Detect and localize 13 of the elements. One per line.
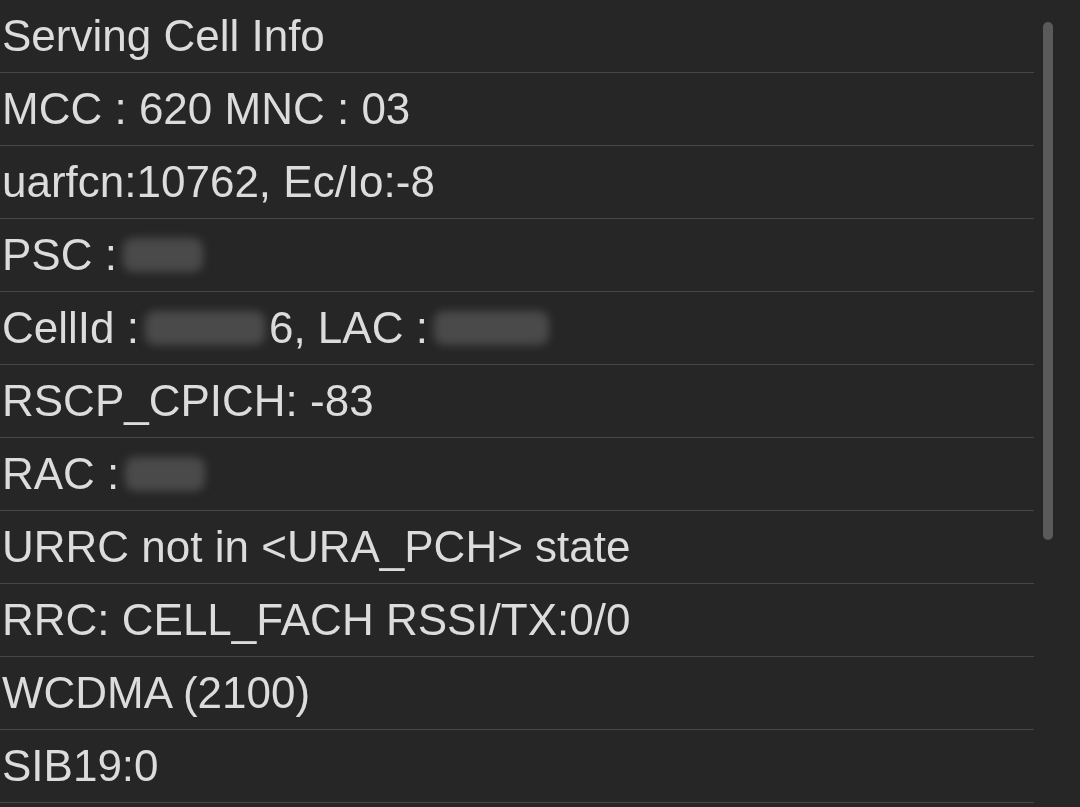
info-text: WCDMA (2100) <box>2 668 311 718</box>
info-text: Serving Cell Info <box>2 11 325 61</box>
scrollbar[interactable] <box>1043 22 1053 540</box>
info-text: uarfcn:10762, Ec/Io:-8 <box>2 157 435 207</box>
info-text: URRC not in <URA_PCH> state <box>2 522 631 572</box>
info-text: RSCP_CPICH: -83 <box>2 376 374 426</box>
info-text: SIB19:0 <box>2 741 159 791</box>
info-text: PSC : <box>2 230 117 280</box>
info-text: RRC: CELL_FACH RSSI/TX:0/0 <box>2 595 631 645</box>
info-text: RAC : <box>2 449 120 499</box>
info-text: 6, LAC : <box>268 303 428 353</box>
info-text: MCC : 620 MNC : 03 <box>2 84 411 134</box>
info-text: CellId : <box>2 303 139 353</box>
